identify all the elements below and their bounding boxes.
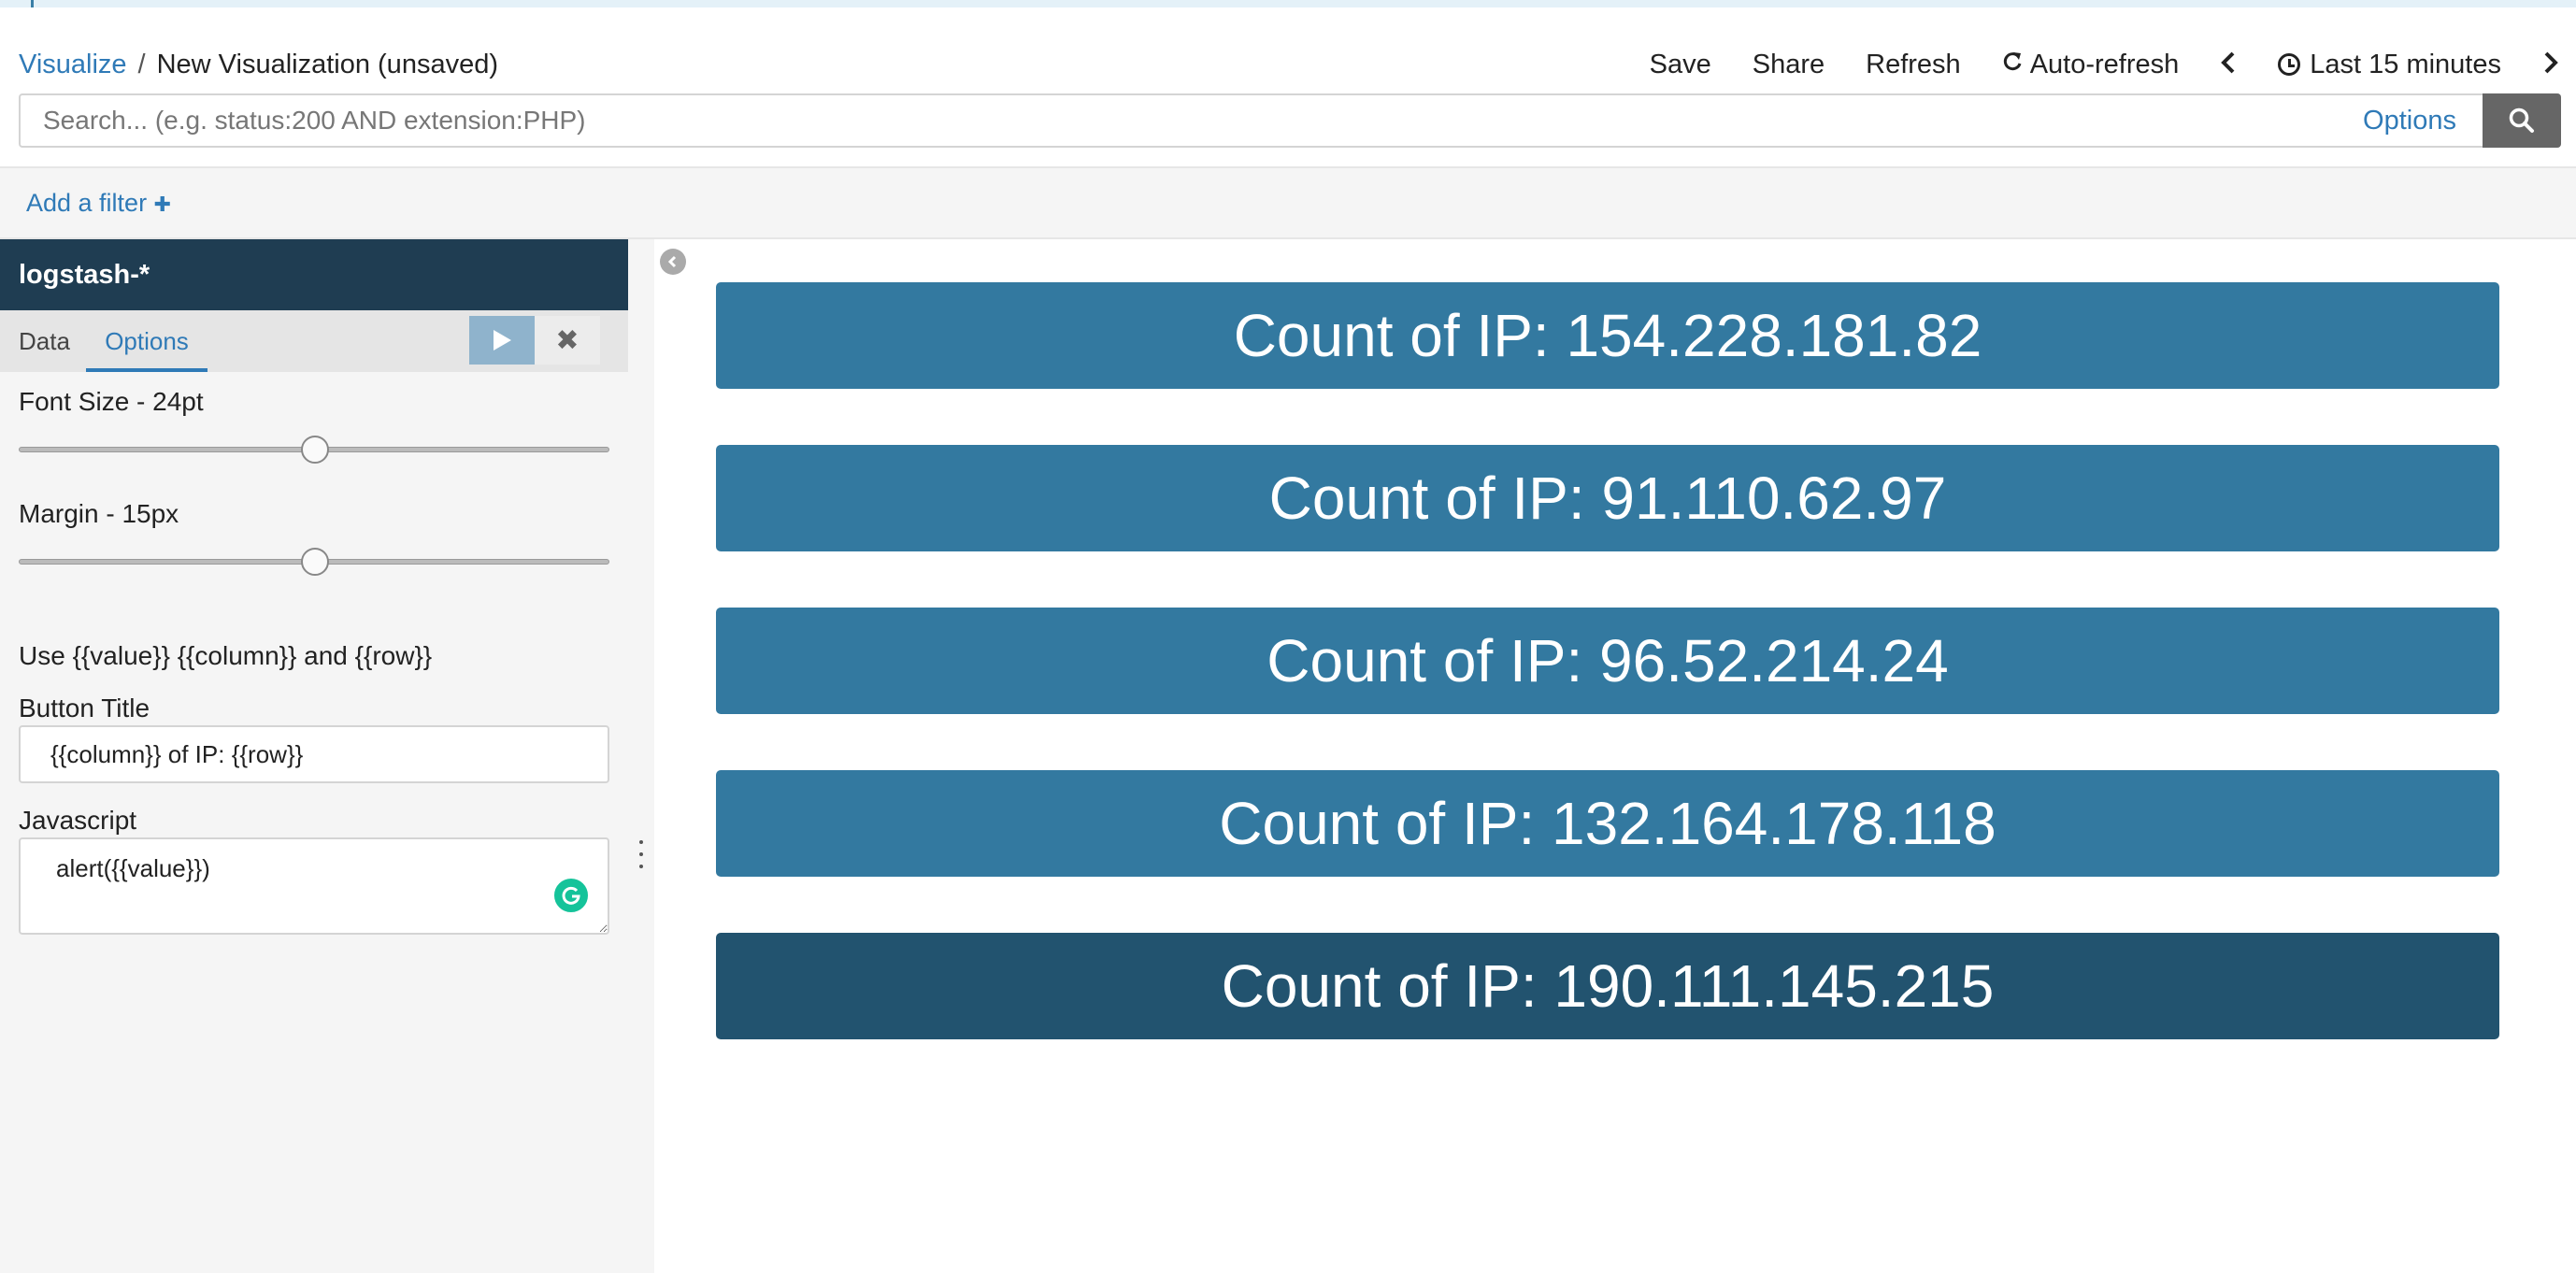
font-size-slider[interactable] xyxy=(19,436,609,464)
auto-refresh-button[interactable]: Auto-refresh xyxy=(2002,49,2180,80)
search-bar: Options xyxy=(19,93,2561,148)
add-filter-label: Add a filter xyxy=(26,189,148,217)
refresh-button[interactable]: Refresh xyxy=(1866,50,1961,80)
button-title-input[interactable] xyxy=(19,725,609,783)
editor-sidebar: logstash-* Data Options ✖ Font Size - 24… xyxy=(0,239,654,1273)
plus-icon: ✚ xyxy=(153,193,172,216)
ip-count-button[interactable]: Count of IP: 132.164.178.118 xyxy=(716,770,2499,877)
chevron-right-icon[interactable] xyxy=(2542,47,2559,82)
ip-count-button[interactable]: Count of IP: 91.110.62.97 xyxy=(716,445,2499,551)
loading-strip xyxy=(0,0,2576,7)
chevron-left-icon[interactable] xyxy=(2220,47,2237,82)
grammarly-icon[interactable] xyxy=(551,876,591,915)
auto-refresh-label: Auto-refresh xyxy=(2029,49,2180,79)
save-button[interactable]: Save xyxy=(1650,50,1711,80)
sidebar-resize-handle[interactable] xyxy=(635,840,648,868)
javascript-textarea[interactable]: alert({{value}}) xyxy=(19,837,609,935)
discard-changes-button[interactable]: ✖ xyxy=(535,316,600,365)
close-icon: ✖ xyxy=(555,324,580,356)
clock-icon xyxy=(2278,53,2301,76)
javascript-label: Javascript xyxy=(19,806,137,835)
time-picker-button[interactable]: Last 15 minutes xyxy=(2278,50,2501,80)
refresh-icon xyxy=(2002,49,2023,80)
ip-count-button[interactable]: Count of IP: 154.228.181.82 xyxy=(716,282,2499,389)
collapse-sidebar-icon[interactable] xyxy=(660,249,686,275)
tab-data[interactable]: Data xyxy=(19,310,70,372)
ip-count-button[interactable]: Count of IP: 96.52.214.24 xyxy=(716,608,2499,714)
play-icon xyxy=(494,330,511,350)
font-size-label: Font Size - 24pt xyxy=(19,387,204,416)
margin-label: Margin - 15px xyxy=(19,499,179,528)
tab-options[interactable]: Options xyxy=(86,310,208,372)
sidebar-tabs: Data Options ✖ xyxy=(0,310,628,372)
loading-indicator xyxy=(31,0,34,7)
breadcrumb: Visualize / New Visualization (unsaved) xyxy=(19,47,498,82)
search-options-button[interactable]: Options xyxy=(2337,106,2483,136)
filter-bar: Add a filter ✚ xyxy=(0,166,2576,239)
font-size-slider-thumb[interactable] xyxy=(301,436,329,464)
search-input[interactable] xyxy=(21,95,2338,146)
margin-slider-thumb[interactable] xyxy=(301,548,329,576)
button-title-label: Button Title xyxy=(19,694,150,722)
template-help-text: Use {{value}} {{column}} and {{row}} xyxy=(19,641,433,670)
visualization-panel: Count of IP: 154.228.181.82 Count of IP:… xyxy=(716,282,2499,1095)
breadcrumb-separator: / xyxy=(137,50,146,79)
apply-changes-button[interactable] xyxy=(469,316,535,365)
share-button[interactable]: Share xyxy=(1753,50,1825,80)
add-filter-button[interactable]: Add a filter ✚ xyxy=(26,189,171,218)
margin-slider[interactable] xyxy=(19,548,609,576)
time-range-label: Last 15 minutes xyxy=(2310,49,2501,79)
breadcrumb-visualize-link[interactable]: Visualize xyxy=(19,50,127,79)
index-pattern-title: logstash-* xyxy=(0,239,628,310)
top-nav: Save Share Refresh Auto-refresh Last 15 … xyxy=(1650,47,2559,82)
top-header: Visualize / New Visualization (unsaved) Sa… xyxy=(0,41,2576,88)
ip-count-button-active[interactable]: Count of IP: 190.111.145.215 xyxy=(716,933,2499,1039)
search-button[interactable] xyxy=(2483,93,2561,148)
search-icon xyxy=(2509,107,2534,133)
breadcrumb-current: New Visualization (unsaved) xyxy=(156,50,498,79)
